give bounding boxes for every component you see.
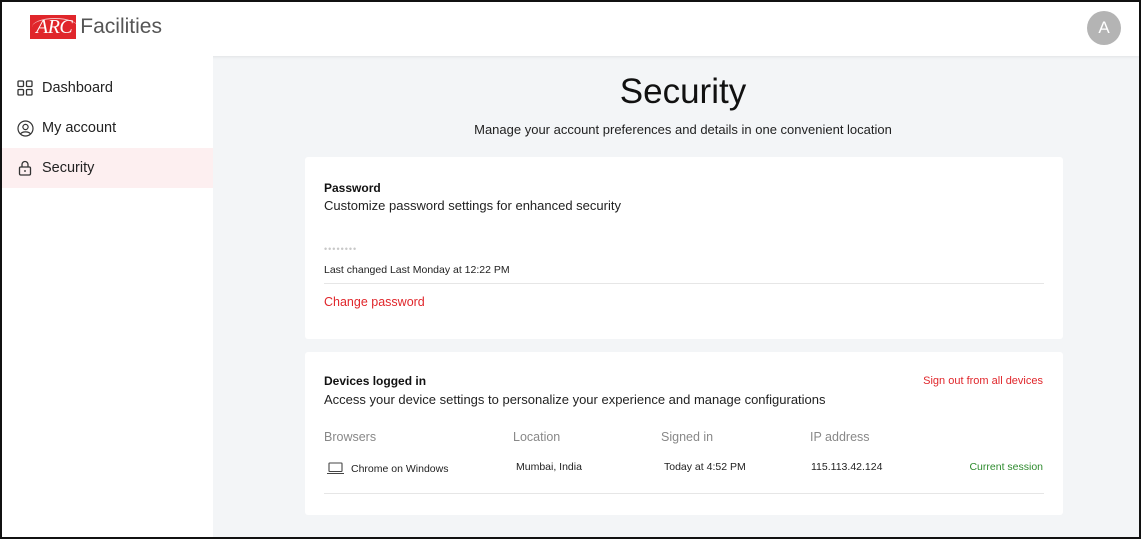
sidebar-item-label: Security bbox=[42, 160, 95, 176]
sidebar-item-label: My account bbox=[42, 120, 117, 136]
column-header-browsers: Browsers bbox=[324, 430, 377, 444]
column-header-signed-in: Signed in bbox=[661, 430, 714, 444]
sidebar-item-my-account[interactable]: My account bbox=[2, 108, 213, 148]
ip-address: 115.113.42.124 bbox=[811, 461, 883, 473]
user-circle-icon bbox=[16, 119, 34, 137]
change-password-link[interactable]: Change password bbox=[324, 295, 425, 309]
avatar-initial: A bbox=[1098, 18, 1110, 37]
password-card-title: Password bbox=[324, 181, 381, 195]
app-frame: ARC Facilities A Dashboard My account Se… bbox=[0, 0, 1141, 539]
masked-password: •••••••• bbox=[324, 244, 358, 254]
sidebar: Dashboard My account Security bbox=[2, 56, 213, 537]
current-session-badge: Current session bbox=[969, 461, 1043, 473]
avatar[interactable]: A bbox=[1087, 11, 1121, 45]
signed-in-time: Today at 4:52 PM bbox=[664, 461, 746, 473]
lock-icon bbox=[16, 159, 34, 177]
devices-card-title: Devices logged in bbox=[324, 374, 427, 388]
logo-text: Facilities bbox=[80, 15, 162, 38]
divider bbox=[324, 493, 1044, 494]
column-header-ip-address: IP address bbox=[810, 430, 870, 444]
laptop-icon bbox=[326, 462, 345, 480]
sidebar-item-label: Dashboard bbox=[42, 80, 113, 96]
divider bbox=[324, 283, 1044, 284]
sidebar-item-dashboard[interactable]: Dashboard bbox=[2, 68, 213, 108]
password-card: Password Customize password settings for… bbox=[305, 157, 1063, 339]
grid-icon bbox=[16, 79, 34, 97]
column-header-location: Location bbox=[513, 430, 561, 444]
sidebar-item-security[interactable]: Security bbox=[2, 148, 213, 188]
page-subtitle: Manage your account preferences and deta… bbox=[474, 122, 892, 137]
sign-out-all-devices-link[interactable]: Sign out from all devices bbox=[923, 375, 1043, 387]
top-header: ARC Facilities A bbox=[2, 2, 1139, 56]
last-changed-text: Last changed Last Monday at 12:22 PM bbox=[324, 264, 510, 276]
page-title: Security bbox=[619, 72, 747, 111]
password-card-description: Customize password settings for enhanced… bbox=[324, 198, 621, 213]
arc-logo-mark: ARC bbox=[30, 15, 78, 39]
device-location: Mumbai, India bbox=[516, 461, 582, 473]
main-content: Security Manage your account preferences… bbox=[213, 56, 1139, 537]
browser-name: Chrome on Windows bbox=[351, 463, 449, 475]
devices-card: Devices logged in Sign out from all devi… bbox=[305, 352, 1063, 515]
arc-facilities-logo[interactable]: ARC Facilities bbox=[30, 15, 162, 39]
devices-card-description: Access your device settings to personali… bbox=[324, 392, 826, 407]
